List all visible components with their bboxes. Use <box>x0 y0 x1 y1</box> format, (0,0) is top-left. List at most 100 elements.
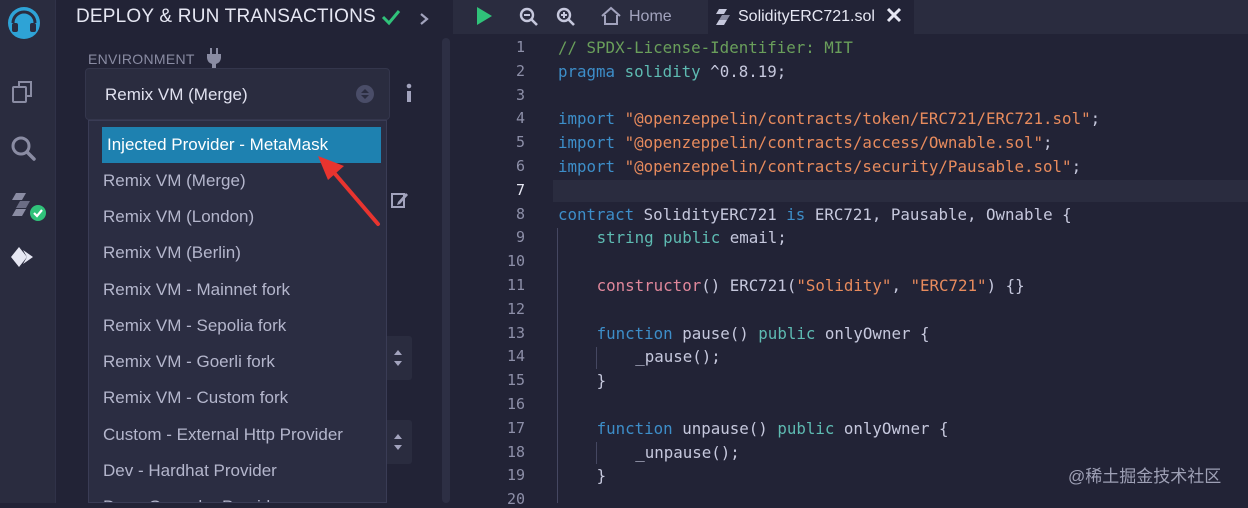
line-number: 13 <box>506 323 525 342</box>
solidity-file-icon <box>716 8 732 31</box>
code-token: is <box>786 204 815 224</box>
code-token: "Solidity" <box>796 276 892 295</box>
code-token: ) {} <box>986 276 1025 295</box>
code-line: _pause(); <box>635 347 721 366</box>
remix-logo-icon[interactable] <box>6 5 42 41</box>
code-line: constructor() ERC721("Solidity", "ERC721… <box>597 276 1025 295</box>
solidity-compiler-icon[interactable] <box>8 187 50 223</box>
code-line: } <box>597 371 607 390</box>
edit-icon[interactable] <box>390 190 410 215</box>
check-icon <box>381 8 401 31</box>
editor-toolbar: Home SolidityERC721.sol <box>453 0 1248 34</box>
stepper-box[interactable] <box>384 420 412 464</box>
dropdown-item-custom-external-http-provider[interactable]: Custom - External Http Provider <box>103 417 343 453</box>
dropdown-item-remix-vm-merge[interactable]: Remix VM (Merge) <box>103 163 246 199</box>
code-line: function pause() public onlyOwner { <box>597 324 930 343</box>
indent-guide <box>596 442 597 464</box>
dropdown-item-remix-vm-berlin[interactable]: Remix VM (Berlin) <box>103 235 241 271</box>
tab-solidity-file[interactable]: SolidityERC721.sol <box>708 0 914 34</box>
code-token: , <box>891 276 911 295</box>
code-token: pragma <box>558 61 625 81</box>
code-line: function unpause() public onlyOwner { <box>597 419 949 438</box>
file-explorer-icon[interactable] <box>8 77 38 107</box>
code-token: SolidityERC721 <box>643 204 787 224</box>
indent-guide <box>596 347 597 369</box>
line-number-gutter: 1 2 3 4 5 6 7 8 9 10 11 12 13 14 15 16 17 18 19 20 <box>453 34 539 508</box>
code-token: public <box>777 418 844 438</box>
code-token: } <box>596 371 607 391</box>
code-token: pause() <box>682 323 759 343</box>
code-token: ; <box>1090 109 1101 129</box>
code-token: "@openzeppelin/contracts/access/Ownable.… <box>624 133 1044 153</box>
code-line: import "@openzeppelin/contracts/security… <box>558 157 1081 176</box>
code-token: contract <box>558 204 644 224</box>
line-number: 4 <box>515 109 525 128</box>
home-icon <box>600 6 622 31</box>
dropdown-item-remix-vm-sepolia-fork[interactable]: Remix VM - Sepolia fork <box>103 308 286 344</box>
zoom-in-icon[interactable] <box>556 7 576 32</box>
info-icon[interactable] <box>403 83 415 105</box>
line-number: 6 <box>515 157 525 175</box>
line-number: 7 <box>515 180 525 199</box>
code-token: constructor <box>596 276 702 295</box>
code-line: _unpause(); <box>635 443 740 462</box>
line-number: 2 <box>515 61 525 80</box>
dropdown-item-remix-vm-custom-fork[interactable]: Remix VM - Custom fork <box>103 380 288 416</box>
current-line-highlight <box>553 180 1248 202</box>
tab-file-label: SolidityERC721.sol <box>738 8 875 25</box>
line-number: 8 <box>515 204 525 223</box>
line-number: 1 <box>515 38 525 56</box>
code-line: contract SolidityERC721 is ERC721, Pausa… <box>558 205 1072 224</box>
code-token: } <box>596 466 607 486</box>
stepper-box[interactable] <box>384 336 412 380</box>
panel-title: DEPLOY & RUN TRANSACTIONS <box>76 6 376 27</box>
dropdown-item-remix-vm-goerli-fork[interactable]: Remix VM - Goerli fork <box>103 344 275 380</box>
code-token: import <box>558 157 625 176</box>
watermark: @稀土掘金技术社区 <box>1068 467 1222 486</box>
environment-select-value: Remix VM (Merge) <box>105 85 248 104</box>
panel-scrollbar[interactable] <box>442 38 450 503</box>
code-token: ^0.8.19; <box>700 61 787 81</box>
dropdown-item-dev-ganache-provider[interactable]: Dev - Ganache Provider <box>103 489 285 502</box>
code-token: solidity <box>624 61 701 81</box>
environment-select[interactable]: Remix VM (Merge) <box>85 68 390 120</box>
code-token: _pause(); <box>635 347 721 367</box>
line-number: 9 <box>515 228 525 247</box>
code-line: // SPDX-License-Identifier: MIT <box>558 38 853 57</box>
tab-home-label: Home <box>629 8 672 25</box>
code-line: pragma solidity ^0.8.19; <box>558 62 786 81</box>
annotation-arrow <box>310 148 390 235</box>
code-line: import "@openzeppelin/contracts/token/ER… <box>558 109 1100 128</box>
code-token: ; <box>1071 157 1082 176</box>
code-token: function <box>596 418 683 438</box>
tab-home[interactable]: Home <box>598 0 702 34</box>
line-number: 16 <box>506 395 525 413</box>
code-token: "@openzeppelin/contracts/token/ERC721/ER… <box>624 109 1091 129</box>
dropdown-item-remix-vm-london[interactable]: Remix VM (London) <box>103 199 254 235</box>
code-token: unpause() <box>682 418 778 438</box>
code-token: email; <box>729 228 787 248</box>
close-icon[interactable] <box>886 7 902 28</box>
line-number: 17 <box>506 418 525 437</box>
code-token: "@openzeppelin/contracts/security/Pausab… <box>624 157 1072 176</box>
search-icon[interactable] <box>8 133 38 163</box>
code-editor[interactable]: 1 2 3 4 5 6 7 8 9 10 11 12 13 14 15 16 17 18 19 20 // SPDX-… <box>453 34 1248 508</box>
code-line: } <box>597 466 607 485</box>
code-token: "ERC721" <box>910 276 987 295</box>
select-arrows-icon <box>356 85 374 103</box>
zoom-out-icon[interactable] <box>519 7 539 32</box>
line-number: 19 <box>506 466 525 485</box>
run-icon[interactable] <box>473 5 495 32</box>
line-number: 3 <box>515 85 525 104</box>
line-number: 11 <box>506 276 525 294</box>
chevron-right-icon[interactable] <box>419 10 429 31</box>
dropdown-item-remix-vm-mainnet-fork[interactable]: Remix VM - Mainnet fork <box>103 272 290 308</box>
code-token: onlyOwner { <box>824 323 930 343</box>
dropdown-item-dev-hardhat-provider[interactable]: Dev - Hardhat Provider <box>103 453 277 489</box>
code-token: ; <box>1043 133 1053 153</box>
line-number: 14 <box>506 347 525 366</box>
environment-label: ENVIRONMENT <box>88 51 195 67</box>
code-token: public <box>758 323 825 343</box>
deploy-run-icon[interactable] <box>8 242 38 272</box>
line-number: 15 <box>506 371 525 390</box>
